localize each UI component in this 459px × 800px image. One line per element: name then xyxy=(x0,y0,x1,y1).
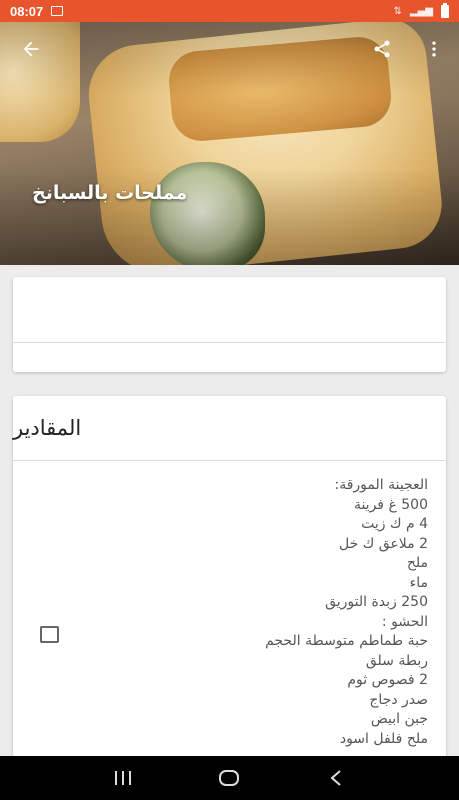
status-icons: ⇅ ▂▄▆ xyxy=(393,2,449,18)
system-nav-bar xyxy=(0,756,459,800)
ingredient-item: 500 غ فرينة xyxy=(353,496,428,513)
ingredient-item: 250 زبدة التوريق xyxy=(325,594,428,610)
battery-icon xyxy=(441,2,449,18)
gallery-icon xyxy=(51,6,64,16)
recipe-hero-image: مملحات بالسبانخ xyxy=(0,22,459,265)
more-options-button[interactable] xyxy=(421,36,447,62)
status-bar: 08:07 ⇅ ▂▄▆ xyxy=(0,0,459,22)
ingredient-item: ملح xyxy=(406,555,428,571)
recipe-title: مملحات بالسبانخ xyxy=(32,182,188,204)
back-button[interactable] xyxy=(18,36,44,62)
ingredient-item: 4 م ك زيت xyxy=(361,516,428,532)
ingredient-item: جبن ابيض xyxy=(370,711,428,727)
ingredients-list: العجينة المورقة: 500 غ فرينة 4 م ك زيت 2… xyxy=(265,476,428,749)
ingredient-item: حبة طماطم متوسطة الحجم xyxy=(265,633,428,649)
data-arrows-icon: ⇅ xyxy=(393,5,402,17)
ingredient-item: صدر دجاج xyxy=(369,691,428,708)
ingredient-item: الحشو : xyxy=(381,613,428,630)
ingredient-item: 2 ملاعق ك خل xyxy=(339,535,428,552)
recent-apps-button[interactable] xyxy=(108,763,138,793)
ingredients-heading: المقادير xyxy=(13,416,82,440)
card-divider xyxy=(13,342,446,343)
back-icon xyxy=(330,770,341,786)
ingredient-item: العجينة المورقة: xyxy=(334,477,428,493)
arrow-left-icon xyxy=(23,41,39,57)
share-button[interactable] xyxy=(369,36,395,62)
signal-icon: ▂▄▆ xyxy=(409,5,433,17)
home-button[interactable] xyxy=(214,763,244,793)
ingredients-card: المقادير العجينة المورقة: 500 غ فرينة 4 … xyxy=(13,396,446,776)
ingredients-checkbox[interactable] xyxy=(40,626,59,643)
heading-divider xyxy=(13,460,446,461)
clock: 08:07 xyxy=(10,3,44,19)
back-nav-button[interactable] xyxy=(321,763,351,793)
info-card xyxy=(13,277,446,372)
home-icon xyxy=(219,770,240,786)
ingredient-item: ملح فلفل اسود xyxy=(339,730,428,747)
share-icon xyxy=(374,40,390,58)
ingredient-item: ماء xyxy=(409,574,428,591)
more-vert-icon xyxy=(432,41,436,57)
ingredient-item: ربطة سلق xyxy=(365,652,428,669)
recent-apps-icon xyxy=(115,771,132,785)
ingredient-item: 2 فصوص ثوم xyxy=(347,672,428,688)
